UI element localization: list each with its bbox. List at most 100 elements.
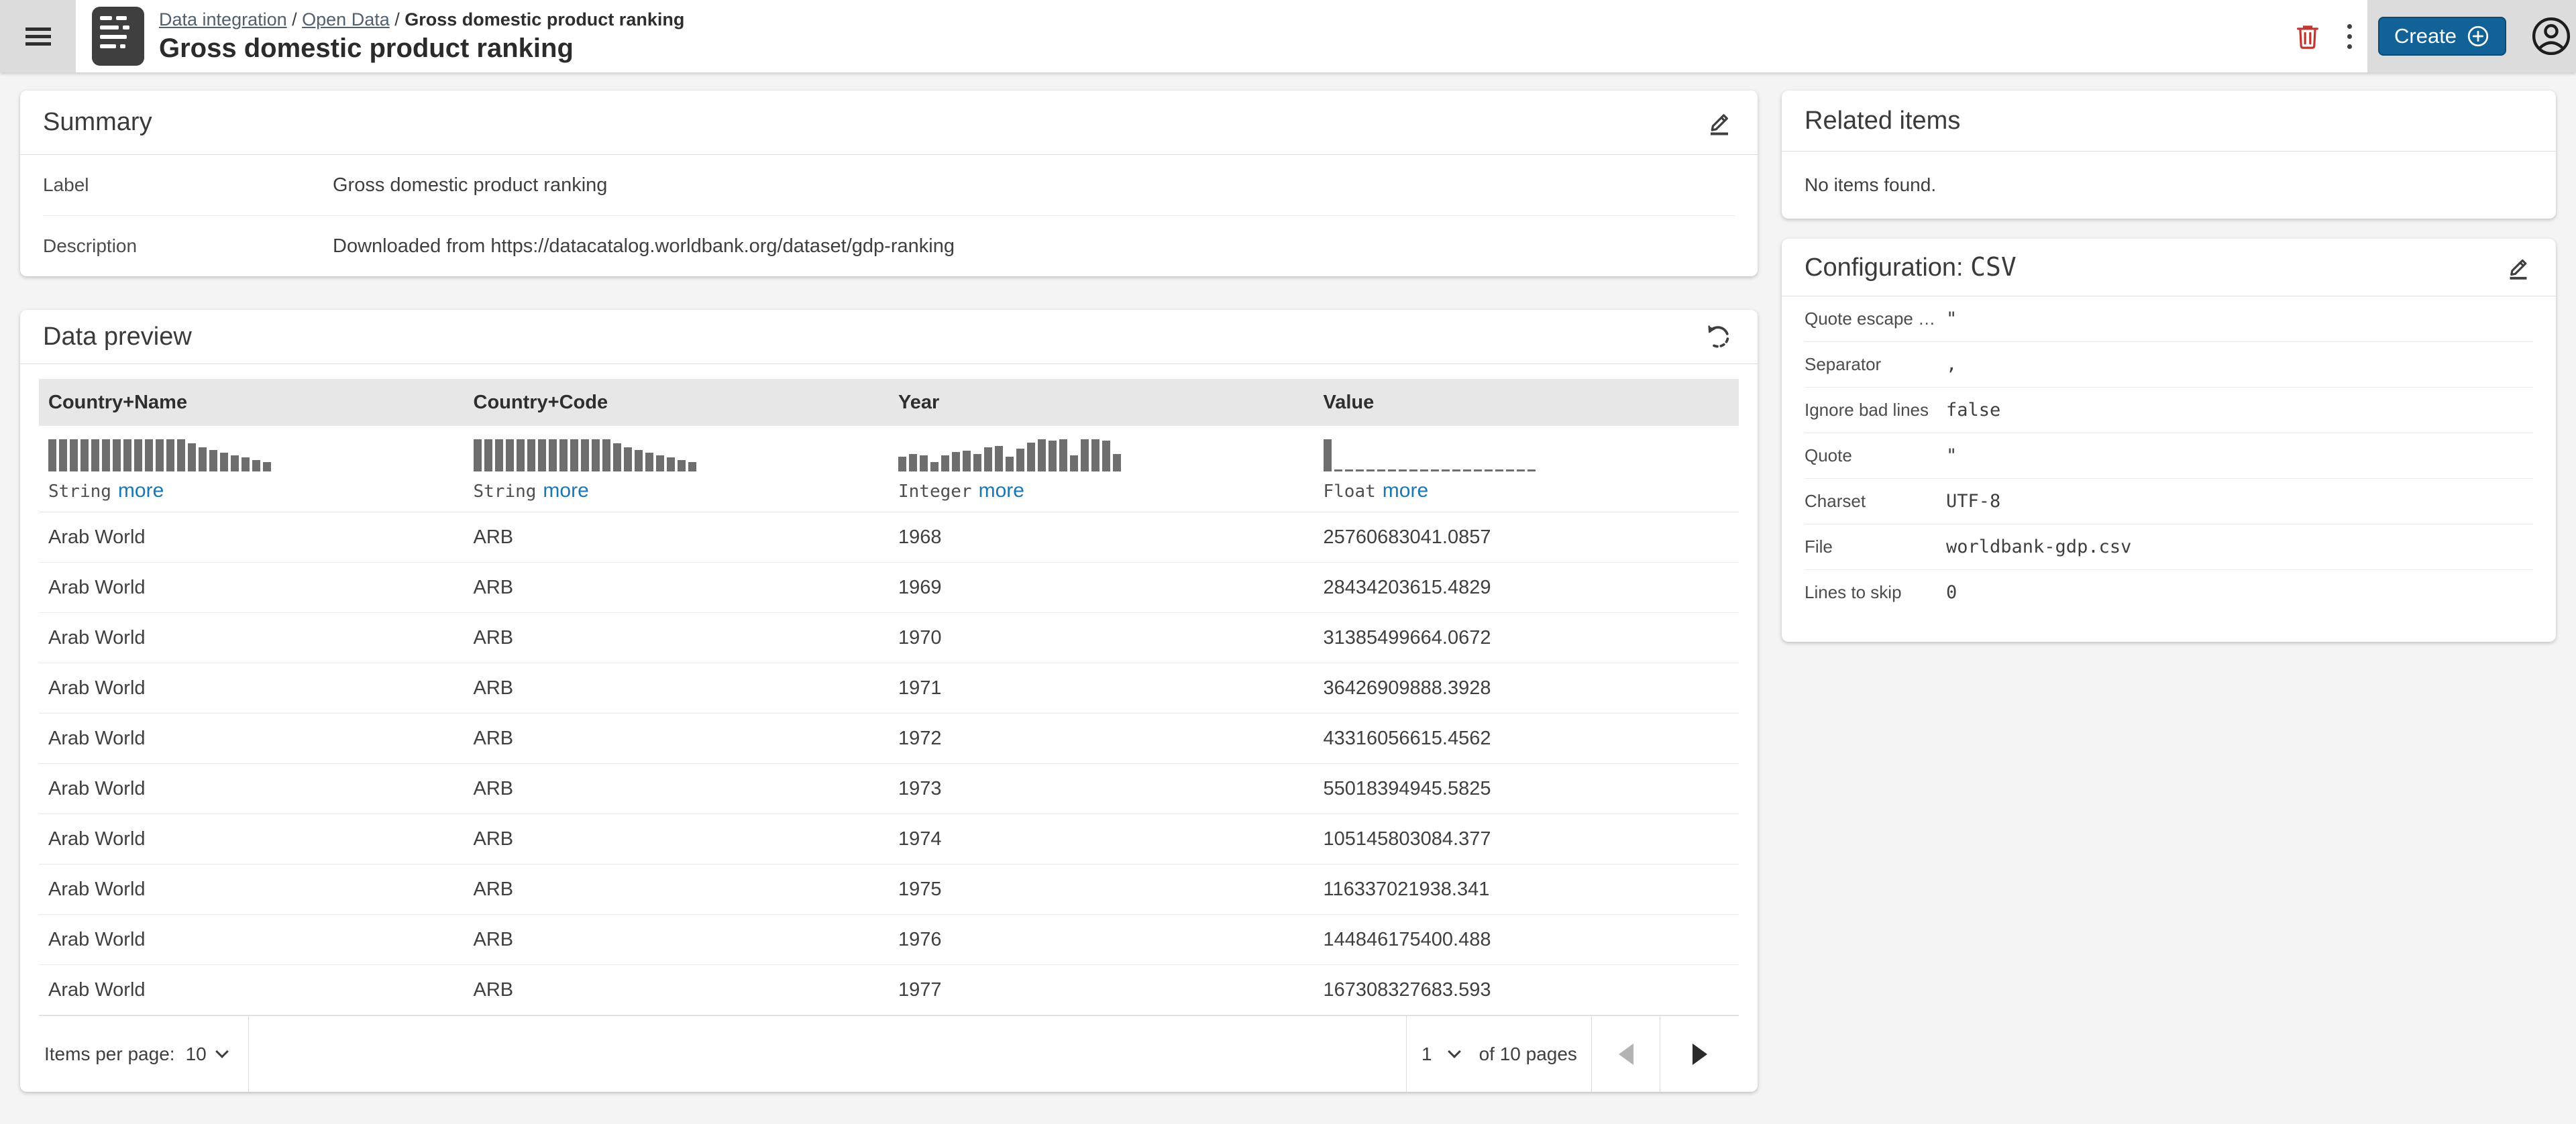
histogram-bar [241,457,250,471]
table-cell: Arab World [39,778,464,800]
histogram-bar [220,453,228,471]
configuration-row-value: UTF-8 [1946,491,2000,512]
column-header: Country+Name [39,392,464,414]
histogram-cell: Integermore [889,426,1314,512]
create-button[interactable]: Create [2378,17,2506,56]
summary-row-label: Label [43,174,333,196]
histogram-bar [1409,469,1417,471]
configuration-row-label: File [1805,537,1946,557]
hamburger-icon [25,23,51,50]
configuration-row-value: " [1946,445,1957,466]
histogram-bar [59,439,67,471]
histogram-bar [581,439,589,471]
account-button[interactable] [2529,14,2573,58]
table-cell: ARB [464,828,890,850]
histogram [1324,438,1739,471]
table-cell: 1968 [889,526,1314,549]
histogram-bar [263,462,271,471]
histogram-bar [1474,469,1482,471]
data-preview-title: Data preview [43,323,192,351]
table-cell: ARB [464,627,890,649]
breadcrumb-link[interactable]: Open Data [302,9,390,30]
configuration-row-label: Quote escape … [1805,308,1946,329]
table-cell: 1971 [889,677,1314,699]
histogram-bar [678,460,686,471]
summary-rows: LabelGross domestic product rankingDescr… [20,155,1758,276]
histogram-cell: Floatmore [1314,426,1739,512]
table-cell: Arab World [39,526,464,549]
next-page-icon [1693,1044,1707,1065]
histogram-bar [80,439,89,471]
page-number-select[interactable]: 1 [1421,1044,1459,1065]
table-cell: 36426909888.3928 [1314,677,1739,699]
menu-button[interactable] [0,0,76,72]
configuration-row-label: Charset [1805,491,1946,512]
configuration-row: CharsetUTF-8 [1805,479,2533,524]
histogram-bar [1420,469,1428,471]
table-row: Arab WorldARB1974105145803084.377 [39,814,1739,864]
table-cell: 1973 [889,778,1314,800]
summary-row-value: Downloaded from https://datacatalog.worl… [333,235,955,258]
breadcrumb-link[interactable]: Data integration [159,9,287,30]
column-type: Integermore [898,480,1314,502]
items-per-page-label: Items per page: [44,1044,175,1065]
edit-configuration-button[interactable] [2504,253,2533,282]
configuration-title: Configuration: CSV [1805,252,2017,282]
histogram-bar [517,439,525,471]
table-cell: Arab World [39,879,464,901]
histogram-bar [91,439,99,471]
table-row: Arab WorldARB1977167308327683.593 [39,965,1739,1015]
table-cell: 1975 [889,879,1314,901]
configuration-row-value: , [1946,354,1957,375]
table-row: Arab WorldARB196825760683041.0857 [39,512,1739,563]
edit-summary-button[interactable] [1704,107,1735,138]
configuration-row-value: worldbank-gdp.csv [1946,537,2131,557]
previous-page-button[interactable] [1591,1016,1660,1092]
more-link[interactable]: more [979,480,1024,502]
configuration-row-label: Separator [1805,354,1946,375]
reload-preview-button[interactable] [1701,320,1735,353]
histogram-bar [506,439,514,471]
histogram-bar [1366,469,1375,471]
table-cell: 43316056615.4562 [1314,728,1739,750]
configuration-row-value: 0 [1946,582,1957,603]
histogram-bar [688,462,696,471]
histogram-bar [113,439,121,471]
histogram-bar [474,439,482,471]
column-header: Country+Code [464,392,890,414]
delete-button[interactable] [2284,0,2331,72]
histogram-bar [1442,469,1450,471]
table-cell: 167308327683.593 [1314,979,1739,1001]
histogram-bar [1377,469,1385,471]
chevron-down-icon [1448,1045,1461,1058]
histogram-bar [1463,469,1471,471]
summary-title: Summary [43,108,152,137]
more-link[interactable]: more [543,480,588,502]
histogram-bar [1038,439,1046,471]
configuration-rows: Quote escape …"Separator,Ignore bad line… [1782,296,2556,615]
more-actions-button[interactable] [2331,0,2367,72]
histogram-bar [995,446,1003,471]
related-items-title: Related items [1805,107,1960,135]
more-link[interactable]: more [1383,480,1428,502]
histogram-bar [231,455,239,471]
histogram-bar [1324,439,1332,471]
column-type: Stringmore [48,480,464,502]
next-page-button[interactable] [1660,1016,1739,1092]
breadcrumb-separator: / [287,9,303,30]
histogram-bar [538,439,546,471]
table-cell: 1970 [889,627,1314,649]
histogram-bar [656,455,664,471]
histogram [898,438,1314,471]
items-per-page-select[interactable]: Items per page: 10 [39,1016,249,1092]
histogram-bar [1345,469,1353,471]
configuration-row-label: Ignore bad lines [1805,400,1946,420]
histogram-bar [1102,441,1110,471]
more-link[interactable]: more [118,480,164,502]
table-cell: 28434203615.4829 [1314,577,1739,599]
histogram-bar [199,447,207,471]
pagination-bar: Items per page: 10 1 of 10 pages [39,1015,1739,1092]
configuration-row-value: " [1946,308,1957,329]
trash-icon [2292,21,2323,52]
histogram-bar [1113,454,1121,471]
